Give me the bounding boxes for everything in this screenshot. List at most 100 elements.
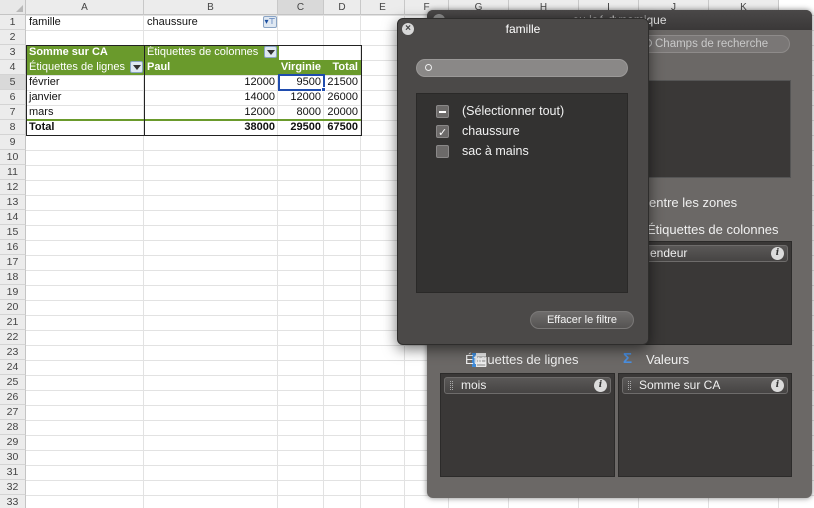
- pivot-cell[interactable]: 26000: [324, 90, 361, 105]
- row-header[interactable]: 13: [0, 195, 26, 210]
- info-icon[interactable]: i: [771, 379, 784, 392]
- row-header[interactable]: 3: [0, 45, 26, 60]
- checkbox-checked-icon[interactable]: [436, 124, 449, 142]
- row-header[interactable]: 17: [0, 255, 26, 270]
- pivot-cell[interactable]: 8000: [278, 105, 324, 120]
- checkbox-unchecked-icon[interactable]: [436, 145, 449, 158]
- sigma-icon: Σ: [623, 350, 633, 367]
- column-labels-zone[interactable]: endeur i: [641, 241, 792, 345]
- row-header[interactable]: 22: [0, 330, 26, 345]
- row-header[interactable]: 24: [0, 360, 26, 375]
- pivot-col-name[interactable]: Total: [324, 60, 361, 75]
- row-field-chip[interactable]: mois i: [444, 377, 611, 394]
- pivot-column-labels-header[interactable]: Étiquettes de colonnes: [144, 45, 279, 60]
- values-field-chip-label: Somme sur CA: [639, 378, 721, 392]
- pivot-row-label[interactable]: mars: [26, 105, 144, 120]
- pivot-total-cell[interactable]: 38000: [144, 120, 278, 135]
- row-header[interactable]: 12: [0, 180, 26, 195]
- pivot-row-label[interactable]: janvier: [26, 90, 144, 105]
- row-header[interactable]: 14: [0, 210, 26, 225]
- column-header[interactable]: B: [144, 0, 278, 15]
- row-header[interactable]: 30: [0, 450, 26, 465]
- row-header[interactable]: 18: [0, 270, 26, 285]
- drag-grip-icon[interactable]: [628, 381, 631, 390]
- clear-filter-button[interactable]: Effacer le filtre: [530, 311, 634, 329]
- row-header[interactable]: 25: [0, 375, 26, 390]
- field-search-input[interactable]: Champs de recherche: [640, 35, 790, 53]
- filter-popover: × famille (Sélectionner tout) chaussure …: [397, 18, 649, 345]
- report-filter-field[interactable]: famille: [26, 15, 144, 30]
- field-list[interactable]: [641, 80, 791, 178]
- row-header[interactable]: 9: [0, 135, 26, 150]
- select-all-corner[interactable]: [0, 0, 26, 15]
- filter-funnel-icon[interactable]: ▾⊤: [263, 16, 277, 28]
- row-header[interactable]: 31: [0, 465, 26, 480]
- report-filter-value[interactable]: chaussure: [144, 15, 278, 30]
- pivot-cell[interactable]: 12000: [144, 75, 278, 90]
- column-field-chip-label: endeur: [650, 246, 688, 260]
- row-header[interactable]: 16: [0, 240, 26, 255]
- info-icon[interactable]: i: [771, 247, 784, 260]
- column-header[interactable]: E: [361, 0, 405, 15]
- drag-hint-text: entre les zones: [649, 195, 738, 210]
- filter-item-label: (Sélectionner tout): [462, 104, 565, 118]
- row-labels-zone[interactable]: mois i: [440, 373, 615, 477]
- fill-handle[interactable]: [321, 87, 326, 92]
- search-icon: [425, 64, 432, 71]
- popover-title: famille: [505, 22, 541, 36]
- popover-search-input[interactable]: [416, 59, 628, 77]
- row-header[interactable]: 19: [0, 285, 26, 300]
- row-header[interactable]: 4: [0, 60, 26, 75]
- pivot-total-label[interactable]: Total: [26, 120, 144, 135]
- values-zone-title: Valeurs: [646, 352, 690, 367]
- row-header[interactable]: 11: [0, 165, 26, 180]
- row-header[interactable]: 6: [0, 90, 26, 105]
- row-header[interactable]: 27: [0, 405, 26, 420]
- row-header[interactable]: 20: [0, 300, 26, 315]
- row-header[interactable]: 7: [0, 105, 26, 120]
- pivot-col-name[interactable]: Virginie: [278, 60, 324, 75]
- values-field-chip[interactable]: Somme sur CA i: [622, 377, 788, 394]
- info-icon[interactable]: i: [594, 379, 607, 392]
- row-header[interactable]: 2: [0, 30, 26, 45]
- pivot-total-cell[interactable]: 67500: [324, 120, 361, 135]
- field-search-placeholder: Champs de recherche: [655, 38, 769, 50]
- pivot-cell[interactable]: 21500: [324, 75, 361, 90]
- column-labels-dropdown-icon[interactable]: [264, 46, 277, 58]
- values-zone[interactable]: Somme sur CA i: [618, 373, 792, 477]
- pivot-cell[interactable]: 12000: [144, 105, 278, 120]
- row-header[interactable]: 29: [0, 435, 26, 450]
- row-header[interactable]: 10: [0, 150, 26, 165]
- row-header[interactable]: 5: [0, 75, 26, 90]
- row-header[interactable]: 28: [0, 420, 26, 435]
- row-header[interactable]: 23: [0, 345, 26, 360]
- column-header[interactable]: D: [324, 0, 361, 15]
- active-cell-selection[interactable]: [278, 74, 325, 91]
- drag-grip-icon[interactable]: [450, 381, 453, 390]
- row-header[interactable]: 15: [0, 225, 26, 240]
- pivot-row-labels-header[interactable]: Étiquettes de lignes: [26, 60, 144, 75]
- pivot-row-label[interactable]: février: [26, 75, 144, 90]
- pivot-value-header[interactable]: Somme sur CA: [26, 45, 144, 60]
- column-header[interactable]: C: [278, 0, 324, 15]
- row-header[interactable]: 33: [0, 495, 26, 508]
- column-labels-zone-title: Étiquettes de colonnes: [647, 222, 779, 237]
- pivot-cell[interactable]: 12000: [278, 90, 324, 105]
- row-labels-zone-title-wrap: Étiquettes de lignes: [465, 352, 578, 367]
- column-field-chip[interactable]: endeur i: [645, 245, 788, 262]
- filter-item-label: chaussure: [462, 124, 520, 138]
- row-header[interactable]: 1: [0, 15, 26, 30]
- pivot-cell[interactable]: 14000: [144, 90, 278, 105]
- popover-header: × famille: [398, 19, 648, 39]
- row-header[interactable]: 32: [0, 480, 26, 495]
- checkbox-mixed-icon[interactable]: [436, 105, 449, 118]
- row-labels-dropdown-icon[interactable]: [130, 61, 143, 73]
- pivot-cell[interactable]: 20000: [324, 105, 361, 120]
- row-header[interactable]: 26: [0, 390, 26, 405]
- column-header[interactable]: A: [26, 0, 144, 15]
- row-header[interactable]: 21: [0, 315, 26, 330]
- row-header[interactable]: 8: [0, 120, 26, 135]
- pivot-col-name[interactable]: Paul: [144, 60, 278, 75]
- pivot-total-cell[interactable]: 29500: [278, 120, 324, 135]
- close-icon[interactable]: ×: [402, 23, 414, 35]
